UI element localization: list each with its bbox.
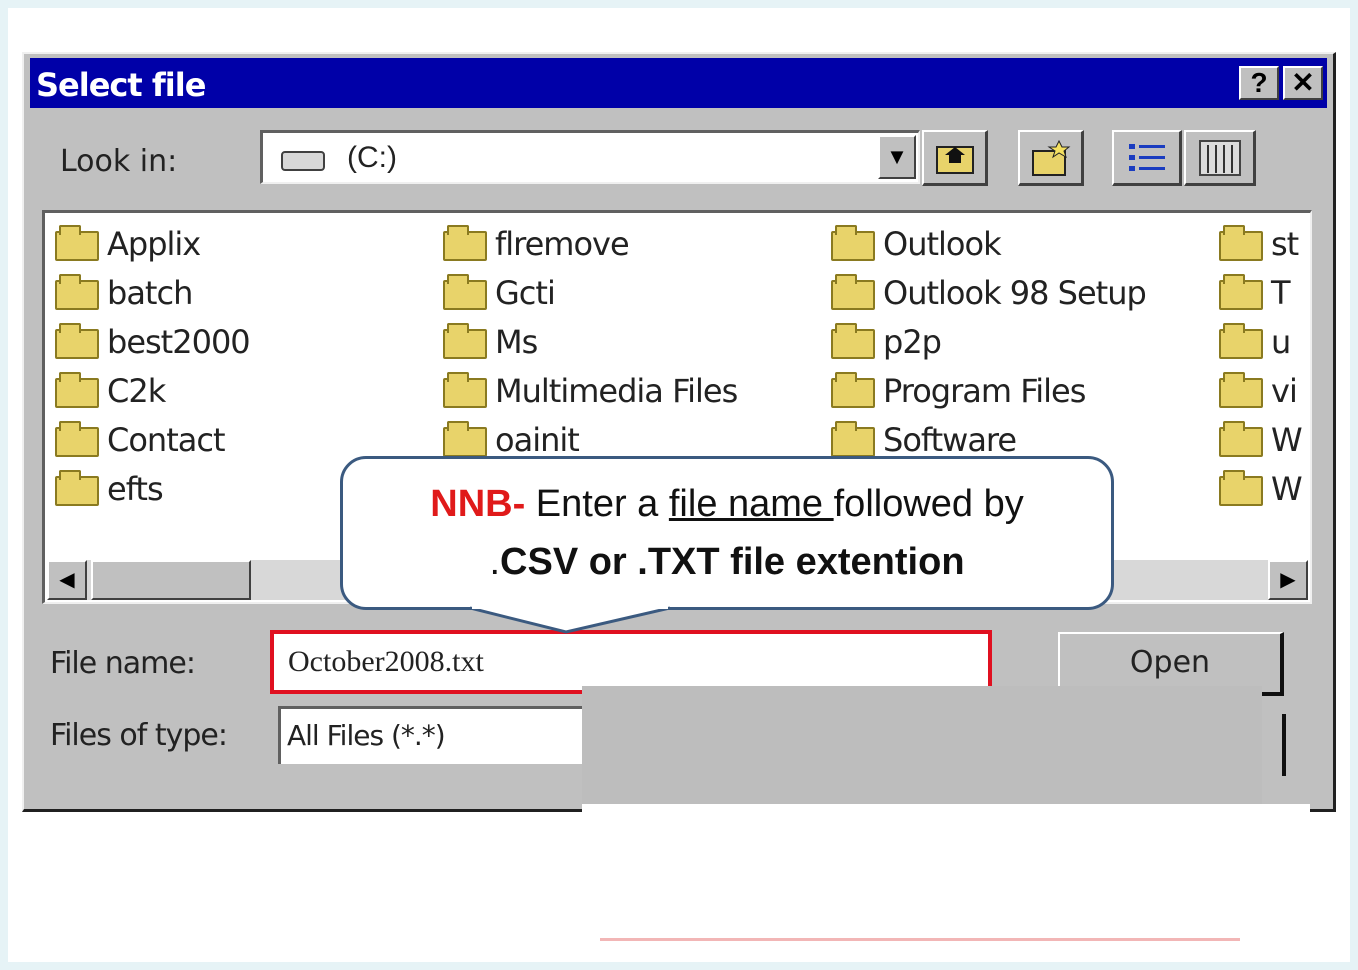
- folder-icon: [55, 470, 99, 506]
- folder-label: best2000: [107, 323, 251, 361]
- scrollbar-thumb[interactable]: [91, 560, 251, 600]
- new-folder-icon: [1031, 139, 1070, 176]
- chevron-down-icon: ▼: [886, 144, 908, 169]
- folder-label: W: [1271, 470, 1303, 508]
- folder-icon: [55, 421, 99, 457]
- list-view-button[interactable]: [1112, 130, 1182, 186]
- drive-icon: [281, 151, 325, 171]
- folder-label: flremove: [495, 225, 630, 263]
- list-view-icon: [1128, 144, 1165, 171]
- folder-icon: [443, 274, 487, 310]
- folder-label: batch: [107, 274, 193, 312]
- folder-icon: [1219, 274, 1263, 310]
- look-in-dropdown-button[interactable]: ▼: [878, 135, 916, 179]
- folder-label: W: [1271, 421, 1303, 459]
- folder-icon: [55, 225, 99, 261]
- scroll-left-button[interactable]: ◀: [47, 560, 87, 600]
- folder-icon: [831, 323, 875, 359]
- folder-label: Outlook 98 Setup: [883, 274, 1147, 312]
- look-in-label: Look in:: [60, 144, 178, 179]
- folder-label: vi: [1271, 372, 1298, 410]
- folder-icon: [55, 274, 99, 310]
- file-name-highlight: [270, 630, 992, 694]
- callout-line-2: .CSV or .TXT file extention: [343, 541, 1111, 584]
- file-name-input[interactable]: [278, 638, 984, 686]
- callout-text-1: Enter a: [525, 483, 669, 525]
- folder-label: Multimedia Files: [495, 372, 738, 410]
- folder-label: Applix: [107, 225, 201, 263]
- instruction-callout: NNB- Enter a file name followed by .CSV …: [340, 456, 1114, 610]
- folder-label: oainit: [495, 421, 580, 459]
- folder-label: Gcti: [495, 274, 556, 312]
- folder-label: Ms: [495, 323, 538, 361]
- scroll-right-button[interactable]: ▶: [1268, 560, 1308, 600]
- up-folder-icon: [935, 146, 974, 174]
- folder-icon: [831, 372, 875, 408]
- folder-item[interactable]: st: [1219, 221, 1309, 270]
- folder-label: u: [1271, 323, 1291, 361]
- dialog-titlebar[interactable]: Select file ? ✕: [30, 58, 1327, 108]
- chevron-right-icon: ▶: [1280, 569, 1296, 591]
- files-of-type-label: Files of type:: [50, 718, 228, 753]
- folder-icon: [443, 421, 487, 457]
- file-list-column-4: st T u vi W W: [1219, 221, 1309, 515]
- folder-icon: [55, 323, 99, 359]
- callout-bold-text: CSV or .TXT file extention: [500, 541, 965, 583]
- create-new-folder-button[interactable]: [1018, 130, 1084, 186]
- callout-text-2: followed by: [833, 483, 1024, 525]
- folder-icon: [1219, 323, 1263, 359]
- folder-icon: [1219, 421, 1263, 457]
- up-one-level-button[interactable]: [922, 130, 988, 186]
- files-of-type-dropdown[interactable]: All Files (*.*): [278, 706, 598, 764]
- look-in-value: (C:): [347, 141, 397, 174]
- close-icon: ✕: [1291, 67, 1315, 98]
- help-button[interactable]: ?: [1239, 66, 1279, 100]
- folder-icon: [443, 323, 487, 359]
- redaction-white-block: [582, 804, 1310, 940]
- redaction-gray-block: [582, 686, 1262, 804]
- folder-item[interactable]: vi: [1219, 368, 1309, 417]
- file-name-label: File name:: [50, 646, 196, 681]
- cancel-button[interactable]: [1276, 714, 1286, 776]
- folder-item[interactable]: T: [1219, 270, 1309, 319]
- folder-label: Software: [883, 421, 1017, 459]
- folder-icon: [443, 225, 487, 261]
- dialog-title: Select file: [36, 66, 206, 104]
- details-view-button[interactable]: [1184, 130, 1256, 186]
- folder-label: C2k: [107, 372, 166, 410]
- redaction-edge-line: [600, 938, 1240, 941]
- folder-icon: [831, 421, 875, 457]
- callout-line-1: NNB- Enter a file name followed by: [343, 483, 1111, 526]
- folder-icon: [831, 225, 875, 261]
- folder-label: st: [1271, 225, 1299, 263]
- folder-item[interactable]: W: [1219, 417, 1309, 466]
- folder-label: Outlook: [883, 225, 1002, 263]
- folder-label: T: [1271, 274, 1291, 312]
- details-view-icon: [1198, 140, 1241, 176]
- folder-label: Contact: [107, 421, 225, 459]
- folder-item[interactable]: u: [1219, 319, 1309, 368]
- folder-label: p2p: [883, 323, 942, 361]
- folder-icon: [1219, 372, 1263, 408]
- folder-label: Program Files: [883, 372, 1086, 410]
- folder-label: efts: [107, 470, 164, 508]
- folder-item[interactable]: W: [1219, 466, 1309, 515]
- files-of-type-value: All Files (*.*): [287, 719, 446, 752]
- chevron-left-icon: ◀: [59, 569, 75, 591]
- folder-icon: [1219, 225, 1263, 261]
- callout-nnb-prefix: NNB-: [430, 483, 526, 525]
- folder-icon: [1219, 470, 1263, 506]
- folder-icon: [443, 372, 487, 408]
- close-button[interactable]: ✕: [1283, 66, 1323, 100]
- folder-icon: [55, 372, 99, 408]
- folder-icon: [831, 274, 875, 310]
- callout-dot: .: [489, 541, 501, 583]
- callout-pointer: [470, 606, 670, 634]
- look-in-dropdown[interactable]: (C:) ▼: [260, 130, 920, 184]
- callout-underlined-text: file name: [668, 483, 834, 525]
